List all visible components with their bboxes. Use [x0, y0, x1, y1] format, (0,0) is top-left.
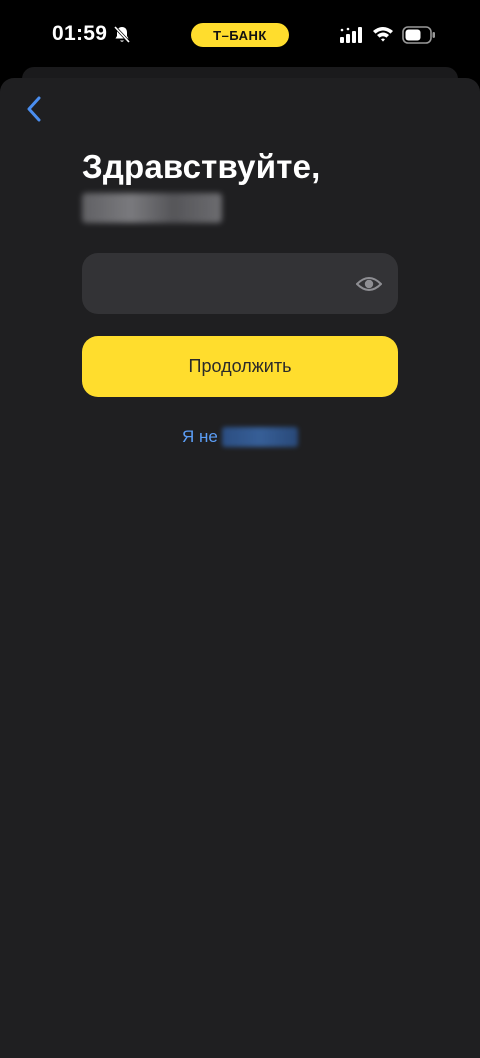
continue-button[interactable]: Продолжить [82, 336, 398, 397]
status-time: 01:59 [52, 22, 108, 45]
user-name-redacted [82, 193, 222, 223]
not-me-label: Я не [182, 427, 218, 446]
status-bar: 01:59 Т–БАНК [0, 0, 480, 70]
back-button[interactable] [20, 94, 48, 124]
chevron-left-icon [27, 96, 41, 122]
eye-icon [356, 277, 382, 291]
not-me-link[interactable]: Я не [182, 426, 298, 448]
not-me-name-redacted [221, 427, 298, 447]
password-input[interactable] [98, 253, 348, 314]
login-sheet [0, 78, 480, 1058]
battery-icon [402, 26, 436, 44]
brand-pill[interactable]: Т–БАНК [191, 23, 289, 47]
wifi-icon [372, 25, 394, 43]
bell-slash-icon [112, 25, 132, 45]
signal-icon [340, 27, 362, 43]
greeting-title: Здравствуйте, [82, 148, 321, 185]
password-field[interactable] [82, 253, 398, 314]
show-password-button[interactable] [354, 271, 384, 297]
